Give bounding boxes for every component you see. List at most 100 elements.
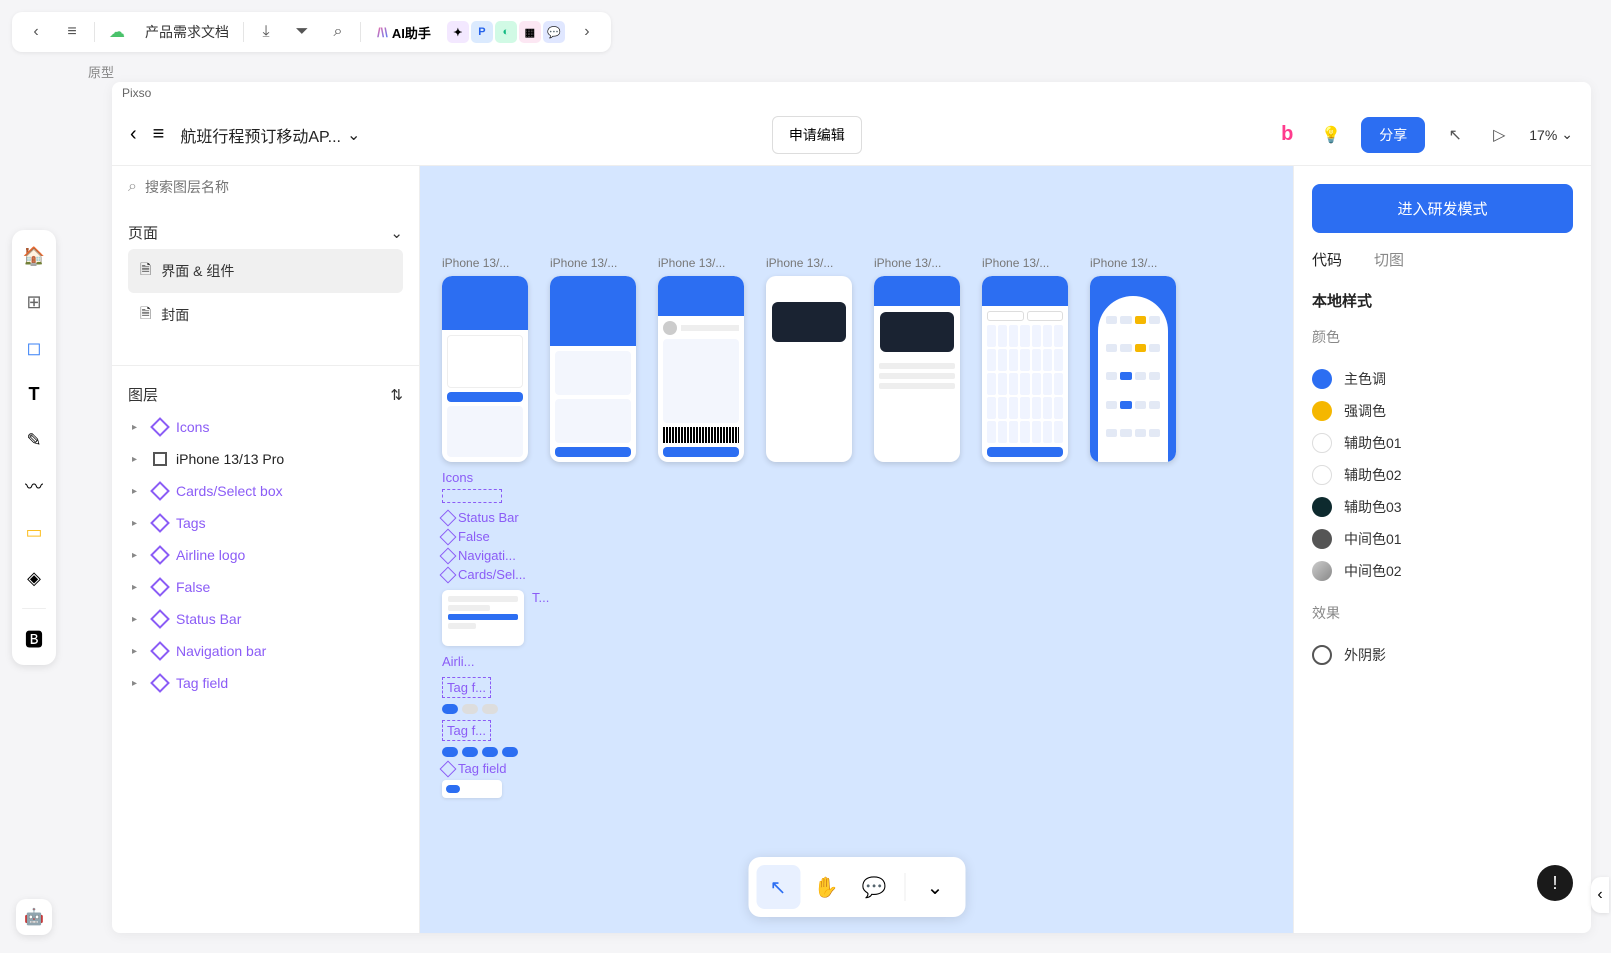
plugin-icon[interactable]: ✦: [447, 21, 469, 43]
back-icon[interactable]: ‹: [22, 18, 50, 46]
layer-search[interactable]: ⌕: [112, 166, 419, 208]
layer-item[interactable]: ▸Navigation bar: [128, 635, 403, 667]
artboard[interactable]: iPhone 13/...: [1090, 256, 1176, 462]
artboard[interactable]: iPhone 13/...: [766, 256, 852, 462]
artboard[interactable]: iPhone 13/...: [658, 256, 744, 462]
component-label[interactable]: Airli...: [442, 654, 549, 669]
dev-mode-button[interactable]: 进入研发模式: [1312, 184, 1573, 233]
layers-header: 图层 ⇅: [128, 378, 403, 411]
component-label[interactable]: Icons: [442, 470, 549, 485]
pen-icon[interactable]: ✎: [18, 424, 50, 456]
menu-icon[interactable]: ≡: [58, 18, 86, 46]
bulb-icon[interactable]: 💡: [1317, 121, 1345, 149]
share-button[interactable]: 分享: [1361, 117, 1425, 153]
component-label[interactable]: Tag f...: [442, 677, 491, 698]
sep-icon: [22, 608, 46, 609]
play-icon[interactable]: ▷: [1485, 121, 1513, 149]
design-header: ‹ ≡ 航班行程预订移动AP... ⌄ 申请编辑 b 💡 分享 ↖ ▷ 17% …: [112, 104, 1591, 166]
alert-fab[interactable]: !: [1537, 865, 1573, 901]
component-label[interactable]: Tag field: [442, 761, 549, 776]
layer-item[interactable]: ▸Cards/Select box: [128, 475, 403, 507]
page-item[interactable]: 🗎 封面: [128, 293, 403, 337]
chevron-down-icon[interactable]: ⌄: [347, 125, 360, 145]
effects-title: 效果: [1312, 603, 1573, 623]
component-label[interactable]: False: [442, 529, 549, 544]
zoom-control[interactable]: 17% ⌄: [1529, 126, 1573, 143]
component-label[interactable]: Navigati...: [442, 548, 549, 563]
collapse-right-icon[interactable]: ‹: [1591, 877, 1609, 913]
shadow-icon: [1312, 645, 1332, 665]
search-icon[interactable]: ⌕: [324, 18, 352, 46]
layer-item[interactable]: ▸Icons: [128, 411, 403, 443]
design-canvas[interactable]: iPhone 13/... iPhone 13/... iPhone 13/... i…: [420, 166, 1293, 933]
search-input[interactable]: [145, 179, 403, 195]
tab-slice[interactable]: 切图: [1374, 249, 1404, 274]
request-edit-button[interactable]: 申请编辑: [772, 116, 862, 154]
artboard[interactable]: iPhone 13/...: [442, 256, 528, 462]
home-icon[interactable]: 🏠: [18, 240, 50, 272]
artboard[interactable]: iPhone 13/...: [550, 256, 636, 462]
artboard-label: iPhone 13/...: [1090, 256, 1176, 270]
sort-icon[interactable]: ⇅: [390, 386, 403, 404]
component-label[interactable]: Status Bar: [442, 510, 549, 525]
local-styles-title: 本地样式: [1312, 290, 1573, 311]
ai-assistant-button[interactable]: /\\ AI助手: [369, 19, 439, 46]
frame-icon[interactable]: ⊞: [18, 286, 50, 318]
cursor-icon[interactable]: ↖: [1441, 121, 1469, 149]
component-label[interactable]: T...: [532, 590, 549, 605]
chevron-right-icon[interactable]: ›: [573, 18, 601, 46]
artboard-label: iPhone 13/...: [982, 256, 1068, 270]
layer-item[interactable]: ▸Airline logo: [128, 539, 403, 571]
pages-header[interactable]: 页面 ⌄: [128, 216, 403, 249]
file-name[interactable]: 航班行程预订移动AP... ⌄: [180, 123, 360, 147]
plugin-icon[interactable]: P: [471, 21, 493, 43]
component-label[interactable]: Tag f...: [442, 720, 491, 741]
hand-tool[interactable]: ✋: [804, 865, 848, 909]
effect-item[interactable]: 外阴影: [1312, 639, 1573, 671]
plugin-icon[interactable]: ▦: [519, 21, 541, 43]
color-swatch: [1312, 497, 1332, 517]
color-style-item[interactable]: 主色调: [1312, 363, 1573, 395]
layer-item[interactable]: ▸iPhone 13/13 Pro: [128, 443, 403, 475]
artboard[interactable]: iPhone 13/...: [874, 256, 960, 462]
page-item[interactable]: 🗎 界面 & 组件: [128, 249, 403, 293]
icons-group[interactable]: [442, 489, 502, 503]
text-icon[interactable]: T: [18, 378, 50, 410]
layer-item[interactable]: ▸Status Bar: [128, 603, 403, 635]
color-style-item[interactable]: 中间色02: [1312, 555, 1573, 587]
comment-tool[interactable]: 💬: [852, 865, 896, 909]
ai-fab[interactable]: 🤖: [16, 899, 52, 935]
color-style-item[interactable]: 强调色: [1312, 395, 1573, 427]
card-component[interactable]: [442, 590, 524, 646]
plugin-icon[interactable]: ◐: [495, 21, 517, 43]
logo-icon[interactable]: b: [1273, 121, 1301, 149]
hamburger-icon[interactable]: ≡: [153, 123, 165, 146]
tab-code[interactable]: 代码: [1312, 249, 1342, 274]
outer-toolbar: ‹ ≡ ☁ 产品需求文档 ⤓ ⏷ ⌕ /\\ AI助手 ✦ P ◐ ▦ 💬 ›: [12, 12, 611, 52]
color-swatch: [1312, 369, 1332, 389]
more-icon[interactable]: ⌄: [913, 865, 957, 909]
color-swatch: [1312, 465, 1332, 485]
color-style-item[interactable]: 辅助色01: [1312, 427, 1573, 459]
artboard[interactable]: iPhone 13/...: [982, 256, 1068, 462]
back-button[interactable]: ‹: [130, 123, 137, 146]
pixso-icon[interactable]: 🅱: [18, 623, 50, 655]
left-panel: ⌕ 页面 ⌄ 🗎 界面 & 组件 🗎 封面 图层: [112, 166, 420, 933]
color-style-item[interactable]: 辅助色02: [1312, 459, 1573, 491]
color-style-item[interactable]: 辅助色03: [1312, 491, 1573, 523]
vector-icon[interactable]: 〰: [18, 470, 50, 502]
component-icon[interactable]: ◈: [18, 562, 50, 594]
tag-icon[interactable]: ⏷: [288, 18, 316, 46]
note-icon[interactable]: ▭: [18, 516, 50, 548]
chevron-down-icon[interactable]: ⌄: [390, 224, 403, 242]
color-style-item[interactable]: 中间色01: [1312, 523, 1573, 555]
shape-icon[interactable]: ◻: [18, 332, 50, 364]
proto-label: 原型: [88, 62, 114, 81]
layer-item[interactable]: ▸False: [128, 571, 403, 603]
plugin-icon[interactable]: 💬: [543, 21, 565, 43]
select-tool[interactable]: ↖: [756, 865, 800, 909]
download-icon[interactable]: ⤓: [252, 18, 280, 46]
layer-item[interactable]: ▸Tag field: [128, 667, 403, 699]
layer-item[interactable]: ▸Tags: [128, 507, 403, 539]
component-label[interactable]: Cards/Sel...: [442, 567, 549, 582]
